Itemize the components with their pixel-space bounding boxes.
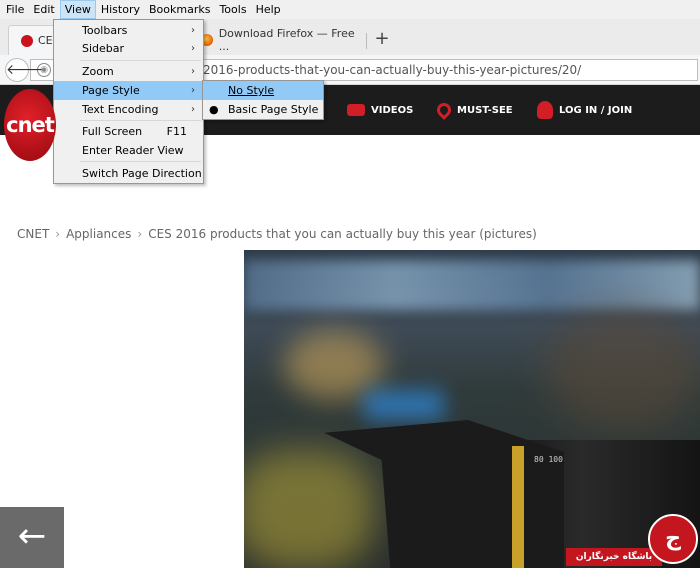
view-menu-toolbars-label: Toolbars <box>82 24 128 37</box>
menu-bookmarks[interactable]: Bookmarks <box>145 0 214 19</box>
nav-must-see[interactable]: MUST-SEE <box>434 100 513 120</box>
article-photo: 80 100 <box>244 250 700 568</box>
view-menu-zoom[interactable]: Zoom › <box>54 62 203 81</box>
view-menu-switch-direction-label: Switch Page Direction <box>82 167 202 180</box>
url-text: 2016-products-that-you-can-actually-buy-… <box>203 63 582 77</box>
menu-history[interactable]: History <box>97 0 144 19</box>
watermark-logo-icon: ج <box>648 514 698 564</box>
nav-videos[interactable]: VIDEOS <box>347 100 413 120</box>
menu-tools[interactable]: Tools <box>215 0 250 19</box>
view-menu-page-style-label: Page Style <box>82 84 140 97</box>
tab-separator <box>366 33 367 49</box>
cnet-logo[interactable]: cnet <box>4 89 56 161</box>
new-tab-button[interactable]: + <box>372 29 392 49</box>
camera-lens-ring <box>512 446 524 568</box>
tab-firefox-title: Download Firefox — Free ... <box>218 27 355 53</box>
breadcrumb-home[interactable]: CNET <box>17 227 49 241</box>
shortcut-label: F11 <box>166 125 187 138</box>
submenu-arrow-icon: › <box>191 104 195 115</box>
view-menu-reader-view-label: Enter Reader View <box>82 144 184 157</box>
menu-file[interactable]: File <box>2 0 28 19</box>
nav-videos-label: VIDEOS <box>371 104 414 116</box>
chevron-right-icon: › <box>137 227 143 241</box>
view-menu-sidebar-label: Sidebar <box>82 42 125 55</box>
nav-must-see-label: MUST-SEE <box>457 104 513 116</box>
menu-separator <box>80 161 201 162</box>
watermark-banner: باشگاه خبرنگاران <box>566 548 662 566</box>
page-style-basic-label: Basic Page Style <box>228 103 319 116</box>
arrow-left-icon: ← <box>17 516 47 556</box>
page-style-basic[interactable]: ● Basic Page Style <box>203 100 323 119</box>
photo-bg-blur <box>364 390 444 420</box>
menu-edit[interactable]: Edit <box>29 0 58 19</box>
menu-view[interactable]: View <box>59 0 96 19</box>
view-menu-zoom-label: Zoom <box>82 65 114 78</box>
page-style-submenu: No Style ● Basic Page Style <box>202 80 324 120</box>
tab-firefox[interactable]: Download Firefox — Free ... <box>195 25 365 55</box>
gallery-previous-button[interactable]: ← <box>0 507 64 568</box>
submenu-arrow-icon: › <box>191 85 195 96</box>
view-menu-toolbars[interactable]: Toolbars › <box>54 21 203 40</box>
view-menu: Toolbars › Sidebar › Zoom › Page Style › Tex… <box>53 19 204 184</box>
nav-login[interactable]: LOG IN / JOIN <box>537 100 632 120</box>
view-menu-full-screen[interactable]: Full Screen F11 <box>54 122 203 141</box>
camera-lens-markings: 80 100 <box>534 455 563 464</box>
menu-bar: File Edit View History Bookmarks Tools H… <box>0 0 700 19</box>
chevron-right-icon: › <box>55 227 61 241</box>
view-menu-text-encoding[interactable]: Text Encoding › <box>54 100 203 119</box>
page-style-no-style-label: No Style <box>228 84 275 97</box>
photo-bg-blur <box>544 310 700 430</box>
location-pin-icon <box>434 100 454 120</box>
cnet-favicon-icon <box>21 34 33 47</box>
view-menu-text-encoding-label: Text Encoding <box>82 103 159 116</box>
nav-login-label: LOG IN / JOIN <box>559 104 633 116</box>
view-menu-sidebar[interactable]: Sidebar › <box>54 39 203 58</box>
back-arrow-icon: 🡐 <box>6 62 44 78</box>
breadcrumb-page: CES 2016 products that you can actually … <box>148 227 537 241</box>
browser-window: File Edit View History Bookmarks Tools H… <box>0 0 700 568</box>
submenu-arrow-icon: › <box>191 66 195 77</box>
breadcrumb: CNET › Appliances › CES 2016 products that y… <box>17 227 537 241</box>
breadcrumb-section[interactable]: Appliances <box>66 227 131 241</box>
submenu-arrow-icon: › <box>191 43 195 54</box>
page-style-no-style[interactable]: No Style <box>203 81 323 100</box>
radio-bullet-icon: ● <box>209 103 219 116</box>
photo-bg-lights <box>244 260 700 310</box>
submenu-arrow-icon: › <box>191 25 195 36</box>
video-camera-icon <box>347 104 365 116</box>
view-menu-page-style[interactable]: Page Style › <box>54 81 203 100</box>
view-menu-full-screen-label: Full Screen <box>82 125 143 138</box>
photo-bg-blur <box>244 450 374 568</box>
menu-separator <box>80 60 201 61</box>
back-button[interactable]: 🡐 <box>5 58 44 82</box>
menu-separator <box>80 120 201 121</box>
view-menu-reader-view[interactable]: Enter Reader View <box>54 141 203 160</box>
user-icon <box>537 101 553 119</box>
menu-help[interactable]: Help <box>252 0 285 19</box>
view-menu-switch-direction[interactable]: Switch Page Direction <box>54 164 203 183</box>
